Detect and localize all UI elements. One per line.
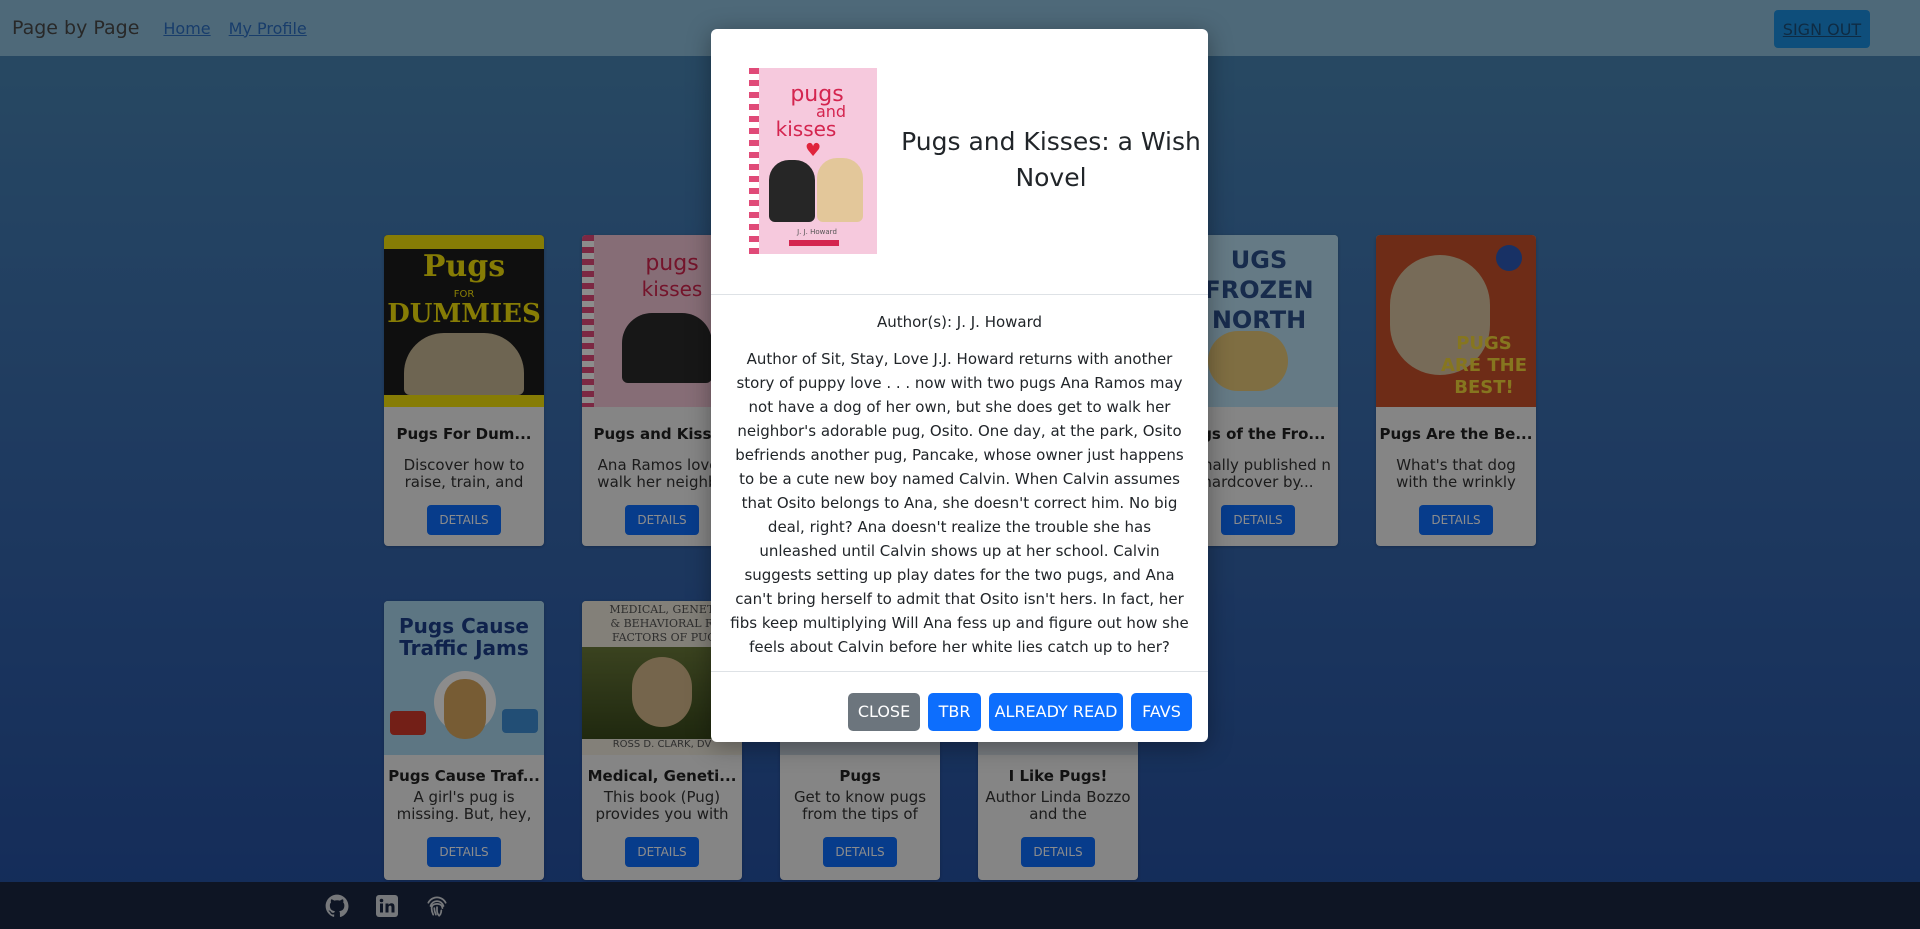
modal-body: Author(s): J. J. Howard Author of Sit, S…	[711, 295, 1208, 659]
modal-book-cover: pugs and kisses ♥ J. J. Howard	[749, 68, 877, 254]
book-details-modal: pugs and kisses ♥ J. J. Howard Pugs and …	[711, 29, 1208, 742]
favs-button[interactable]: FAVS	[1131, 693, 1192, 731]
modal-title: Pugs and Kisses: a Wish Novel	[901, 127, 1201, 192]
book-description: Author of Sit, Stay, Love J.J. Howard re…	[730, 350, 1189, 656]
modal-footer: CLOSE TBR ALREADY READ FAVS	[711, 671, 1208, 743]
book-author: Author(s): J. J. Howard	[876, 313, 1043, 331]
tbr-button[interactable]: TBR	[928, 693, 981, 731]
modal-header: pugs and kisses ♥ J. J. Howard Pugs and …	[711, 29, 1208, 295]
already-read-button[interactable]: ALREADY READ	[989, 693, 1123, 731]
heart-icon: ♥	[805, 140, 822, 161]
close-button[interactable]: CLOSE	[848, 693, 920, 731]
